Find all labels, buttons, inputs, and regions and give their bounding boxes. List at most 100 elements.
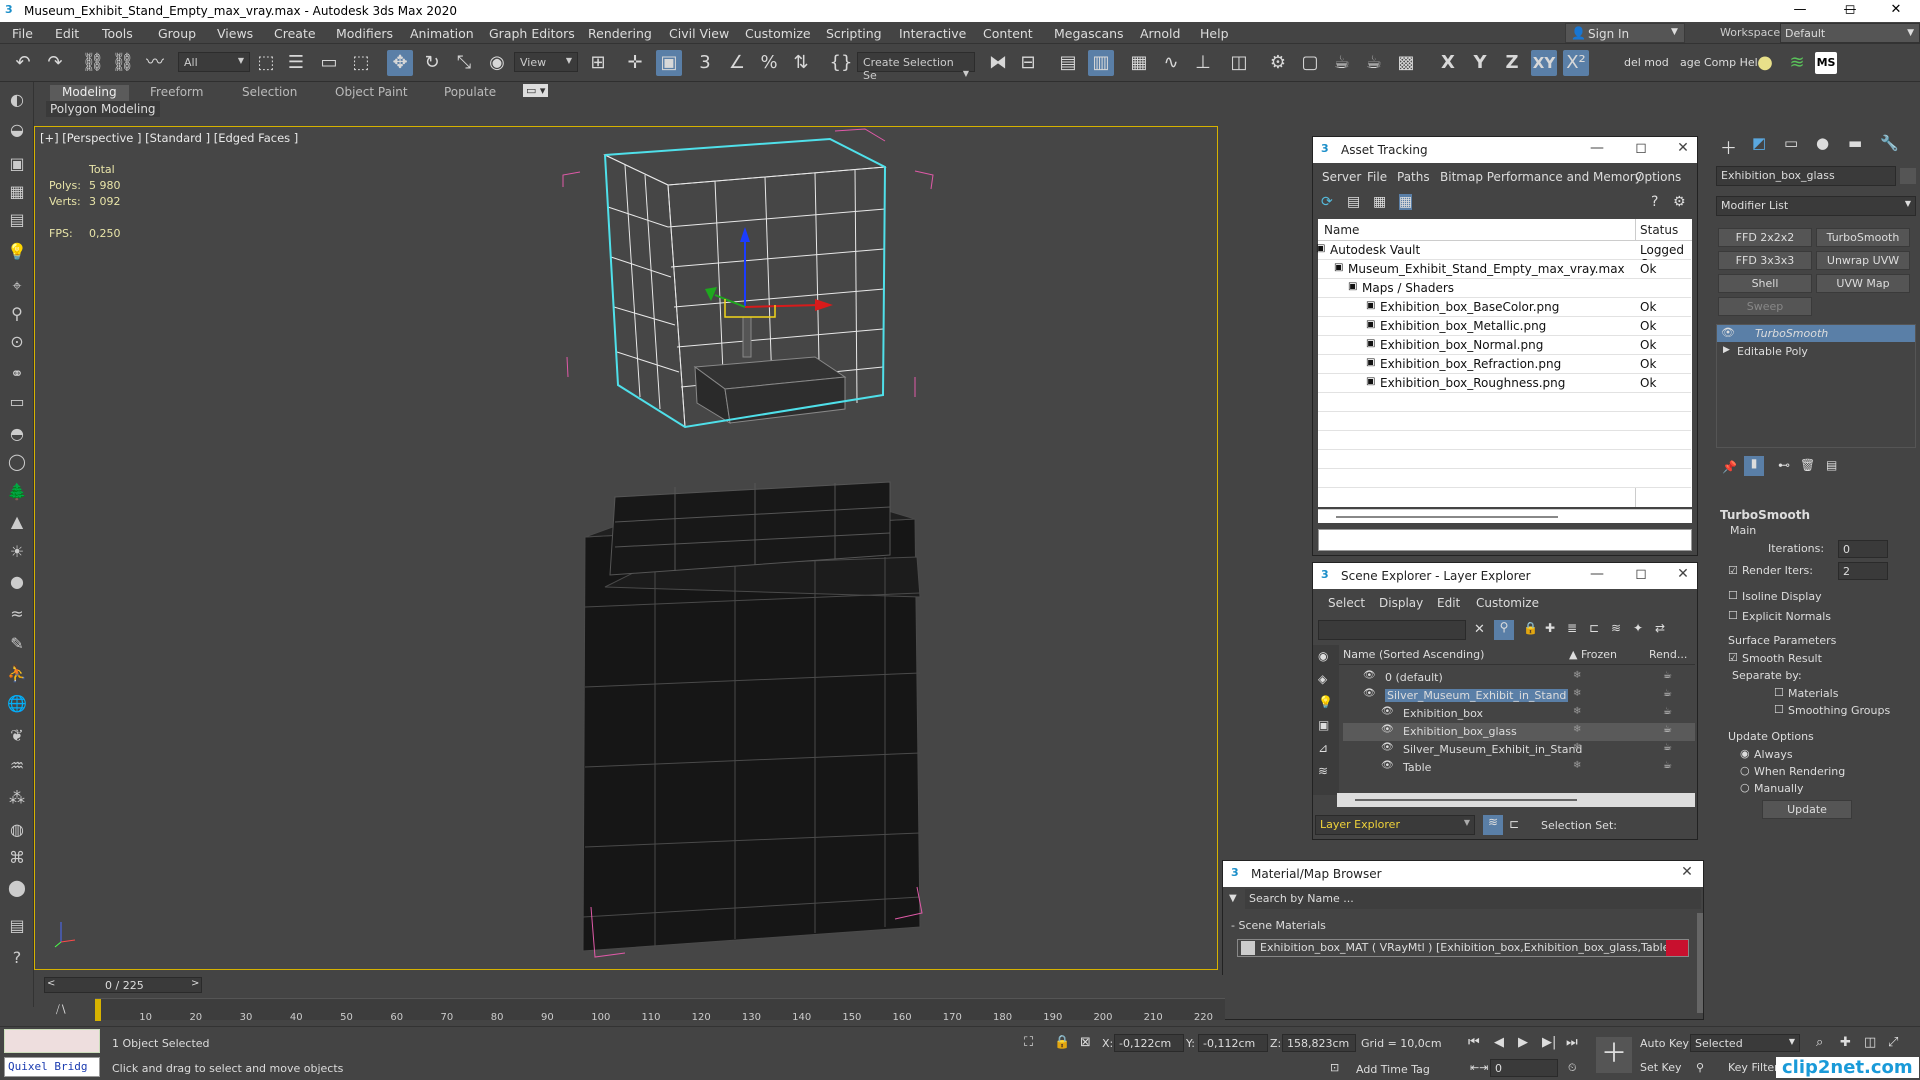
menu-arnold[interactable]: Arnold	[1140, 26, 1180, 41]
rendered-frame-window-icon[interactable]: ▢	[1297, 50, 1323, 76]
ball-icon[interactable]: ●	[5, 572, 29, 596]
object-name-field[interactable]: Exhibition_box_glass	[1716, 166, 1896, 186]
key-selection-dropdown[interactable]: Selected ▼	[1690, 1034, 1800, 1052]
asset-menu-bitmap[interactable]: Bitmap Performance and Memory	[1440, 170, 1642, 184]
render-production-icon[interactable]: ☕	[1329, 50, 1355, 76]
teapot-blue-icon[interactable]: ⬤	[5, 878, 29, 902]
scene-materials-section[interactable]: - Scene Materials	[1231, 919, 1326, 932]
sweep-button[interactable]: Sweep	[1718, 297, 1812, 316]
configure-modifier-sets-icon[interactable]: ▤	[1826, 458, 1837, 472]
cone-icon[interactable]: ▲	[5, 512, 29, 536]
column-frozen[interactable]: ▲ Frozen	[1569, 648, 1617, 661]
layer-scrollbar[interactable]	[1337, 793, 1695, 807]
percent-snap-icon[interactable]: %	[756, 50, 782, 76]
render-iters-checkbox[interactable]: ☑	[1728, 564, 1738, 577]
menu-megascans[interactable]: Megascans	[1054, 26, 1124, 41]
set-key-big-icon[interactable]: ＋	[1596, 1037, 1632, 1073]
create-tab-icon[interactable]: ＋	[1720, 134, 1737, 159]
visibility-icon[interactable]: 👁	[1363, 670, 1376, 681]
previous-frame-icon[interactable]: ◀	[1494, 1035, 1504, 1050]
when-rendering-radio[interactable]: ○	[1740, 764, 1750, 777]
axis-xy-button[interactable]: XY	[1531, 50, 1557, 76]
object-color-swatch[interactable]	[1900, 168, 1916, 184]
edit-named-selection-icon[interactable]: {}	[828, 50, 854, 76]
pin-icon[interactable]: ⌘	[5, 848, 29, 872]
tree-icon[interactable]: 🌲	[5, 482, 29, 506]
maximize-icon[interactable]: ◻	[1830, 2, 1870, 17]
spacewarps-icon[interactable]: ≋	[1318, 764, 1328, 778]
hierarchy-tab-icon[interactable]: ▭	[1784, 134, 1798, 152]
ffd-2x2x2-button[interactable]: FFD 2x2x2	[1718, 228, 1812, 247]
camera-icon[interactable]: ⊙	[5, 332, 29, 356]
search-dropdown-icon[interactable]: ▼	[1229, 893, 1237, 904]
toggle-ribbon-icon[interactable]: ▦	[1126, 50, 1152, 76]
axis-z-button[interactable]: Z	[1499, 50, 1525, 76]
layer-stack-icon[interactable]: ≣	[1567, 621, 1577, 635]
menu-edit[interactable]: Edit	[55, 26, 79, 41]
isolate-selection-icon[interactable]: ⛶	[1024, 1035, 1033, 1050]
render-in-cloud-icon[interactable]: ▩	[1393, 50, 1419, 76]
renderable-icon[interactable]: ☕	[1663, 760, 1672, 771]
material-item[interactable]: Exhibition_box_MAT ( VRayMtl ) [Exhibiti…	[1237, 939, 1689, 957]
select-and-place-icon[interactable]: ◉	[484, 50, 510, 76]
tab-populate[interactable]: Populate	[432, 85, 508, 101]
lock-icon[interactable]: 🔒	[1523, 621, 1538, 635]
layer-explorer-dropdown[interactable]: Layer Explorer ▼	[1315, 815, 1475, 835]
menu-group[interactable]: Group	[158, 26, 196, 41]
stack-item-turbosmooth[interactable]: 👁 TurboSmooth	[1717, 325, 1915, 342]
terrain-icon[interactable]: ≈	[5, 604, 29, 628]
helpers-icon[interactable]: ⊿	[1318, 741, 1328, 755]
unlink-icon[interactable]: ⛓	[110, 50, 136, 76]
asset-row[interactable]: ▣ Exhibition_box_BaseColor.png Ok	[1318, 298, 1691, 317]
help-icon[interactable]: ?	[1651, 194, 1658, 210]
modifier-list-dropdown[interactable]: Modifier List ▼	[1716, 196, 1916, 216]
select-and-rotate-icon[interactable]: ↻	[419, 50, 445, 76]
frozen-icon[interactable]: ❄	[1573, 670, 1581, 681]
hierarchy-mode-icon[interactable]: ⊏	[1509, 817, 1519, 831]
motion-tab-icon[interactable]: ●	[1816, 134, 1829, 152]
hierarchy-icon[interactable]: ⊏	[1589, 621, 1599, 635]
go-to-start-icon[interactable]: ⏮	[1468, 1035, 1480, 1050]
age-comp-help-button[interactable]: age Comp Hel	[1680, 56, 1758, 69]
figure-icon[interactable]: ⛹	[5, 664, 29, 688]
layer-search-input[interactable]	[1318, 620, 1466, 640]
asset-row[interactable]: ▣ Exhibition_box_Normal.png Ok	[1318, 336, 1691, 355]
render-setup-icon[interactable]: ⚙	[1265, 50, 1291, 76]
renderable-icon[interactable]: ☕	[1663, 688, 1672, 699]
set-key-button[interactable]: Set Key	[1640, 1061, 1682, 1074]
grid-icon[interactable]: ▤	[5, 210, 29, 234]
current-frame-field[interactable]: 0	[1490, 1059, 1558, 1077]
renderable-icon[interactable]: ☕	[1663, 742, 1672, 753]
key-filters-icon[interactable]: ⚲	[1696, 1061, 1704, 1074]
mini-curve-icon[interactable]: ⧸∖	[56, 1003, 67, 1017]
material-search-input[interactable]: Search by Name ...	[1245, 889, 1701, 909]
render-iters-spinner[interactable]: 2	[1838, 562, 1888, 580]
stack-item-editable-poly[interactable]: ▶ Editable Poly	[1717, 343, 1915, 360]
menu-customize[interactable]: Customize	[745, 26, 811, 41]
align-icon[interactable]: ⊟	[1015, 50, 1041, 76]
menu-rendering[interactable]: Rendering	[588, 26, 652, 41]
frozen-icon[interactable]: ❄	[1573, 706, 1581, 717]
display-objects-icon[interactable]: ◉	[1318, 649, 1328, 663]
menu-graph-editors[interactable]: Graph Editors	[489, 26, 575, 41]
smoothing-groups-checkbox[interactable]: ☐	[1774, 703, 1784, 716]
close-icon[interactable]: ✕	[1876, 2, 1916, 17]
horizontal-scrollbar[interactable]	[1318, 509, 1692, 523]
sign-in-dropdown[interactable]: 👤 Sign In ▼	[1565, 23, 1685, 43]
snaps-toggle-icon[interactable]: 3	[692, 50, 718, 76]
menu-content[interactable]: Content	[983, 26, 1033, 41]
frozen-icon[interactable]: ❄	[1573, 760, 1581, 771]
z-coordinate-field[interactable]: 158,823cm	[1282, 1034, 1356, 1052]
time-configuration-icon[interactable]: ⏲	[1568, 1061, 1577, 1075]
plane-icon[interactable]: ▣	[5, 154, 29, 178]
asset-row[interactable]: ▣ Maps / Shaders	[1318, 279, 1691, 298]
asset-tracking-titlebar[interactable]: 3 Asset Tracking — ◻ ✕	[1313, 137, 1697, 163]
play-icon[interactable]: ▶	[1518, 1035, 1528, 1050]
axis-y-button[interactable]: Y	[1467, 50, 1493, 76]
window-crossing-icon[interactable]: ⬚	[348, 50, 374, 76]
reference-coordinate-dropdown[interactable]: View ▼	[514, 52, 578, 72]
menu-civil-view[interactable]: Civil View	[669, 26, 729, 41]
go-to-end-icon[interactable]: ⏭	[1566, 1035, 1578, 1050]
asset-menu-file[interactable]: File	[1367, 170, 1387, 184]
remove-modifier-icon[interactable]: 🗑	[1800, 458, 1815, 472]
